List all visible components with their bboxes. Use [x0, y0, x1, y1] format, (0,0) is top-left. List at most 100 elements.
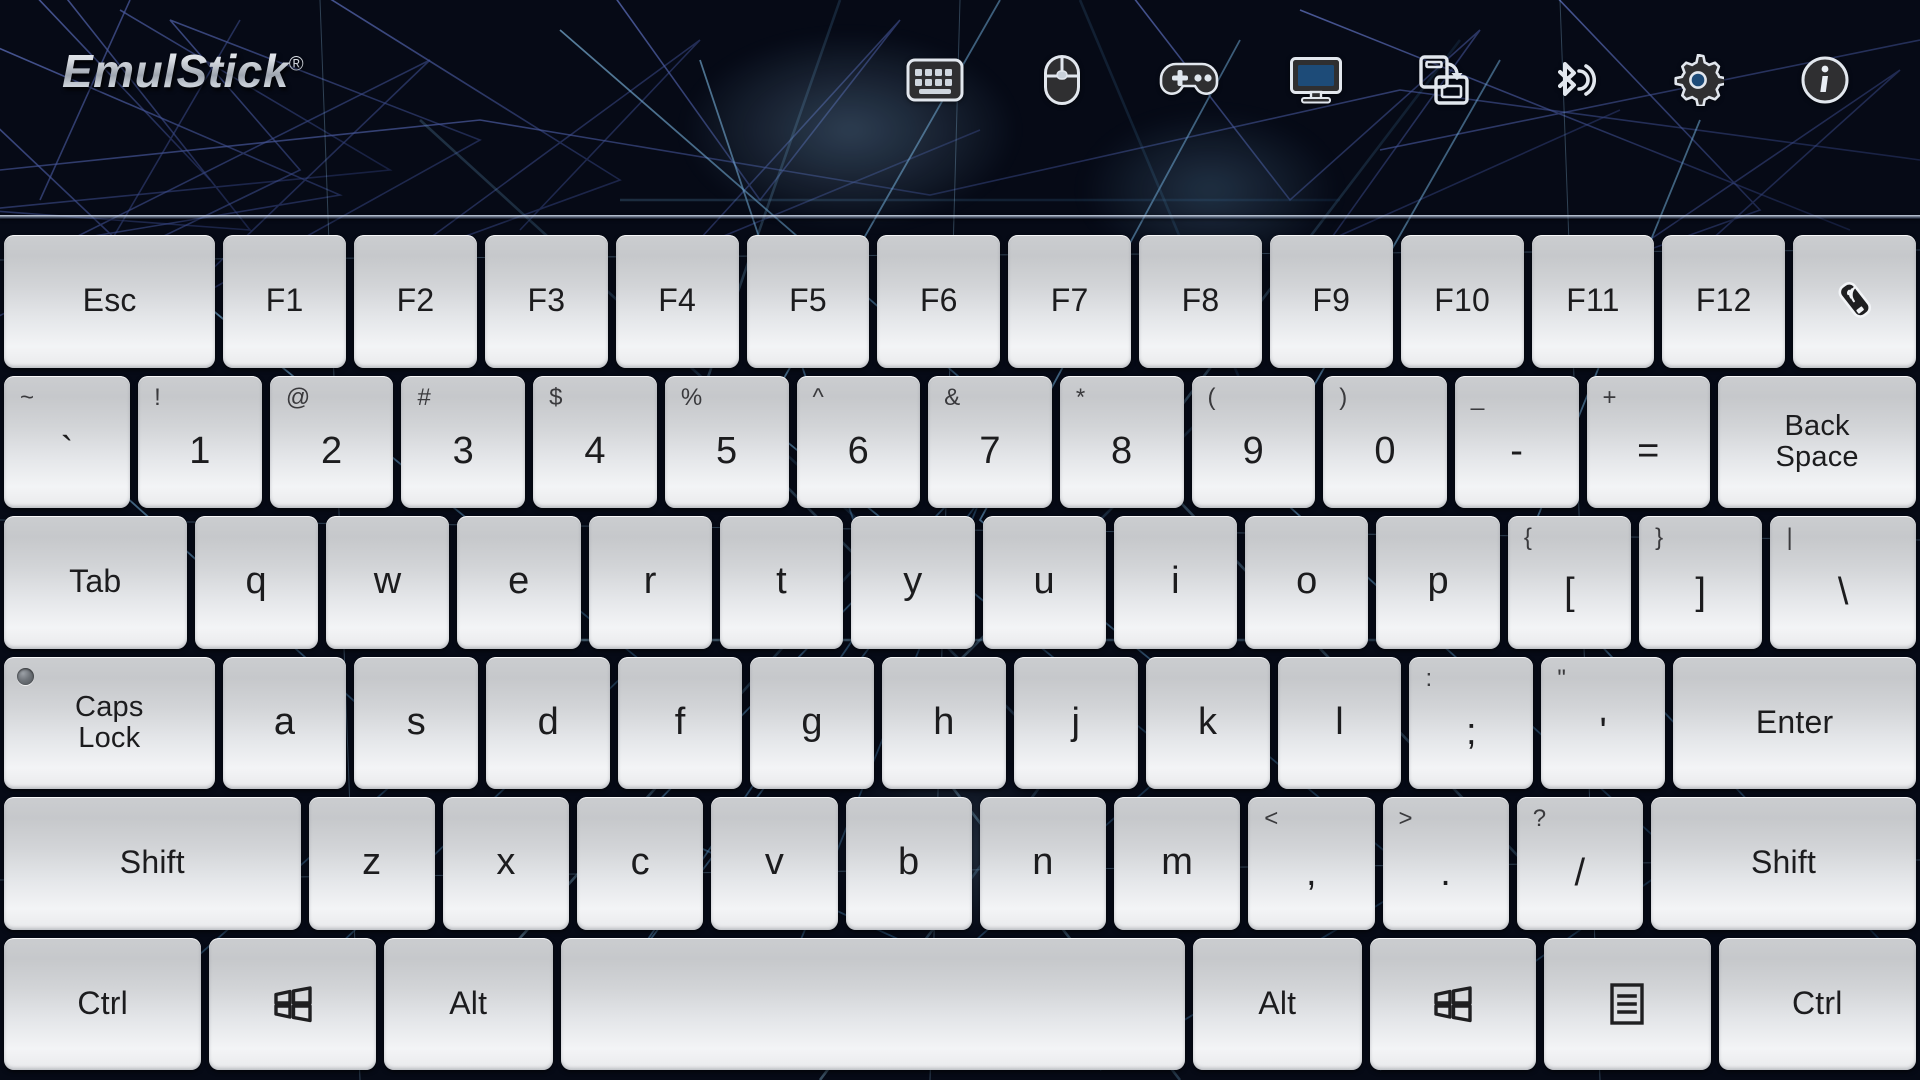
key-alt-right[interactable]: Alt: [1192, 937, 1362, 1070]
key-slash[interactable]: ? /: [1516, 797, 1643, 930]
key-space[interactable]: [560, 937, 1185, 1070]
key-semicolon-label: ;: [1466, 711, 1477, 754]
key-f4[interactable]: F4: [615, 235, 739, 368]
key-f2-label: F2: [396, 282, 435, 319]
key-f[interactable]: f: [618, 656, 743, 789]
key-f11[interactable]: F11: [1531, 235, 1655, 368]
key-caps-lock[interactable]: Caps Lock: [4, 656, 215, 789]
key-n[interactable]: n: [979, 797, 1107, 930]
key-enter-label: Enter: [1755, 703, 1834, 740]
key-w-label: w: [373, 560, 402, 603]
key-c[interactable]: c: [577, 797, 704, 930]
save-icon[interactable]: [1409, 49, 1479, 111]
key-bracket-left[interactable]: {[: [1507, 516, 1632, 649]
modifier-row: Ctrl Alt Alt Ctrl: [4, 934, 1916, 1075]
key-f5[interactable]: F5: [746, 235, 870, 368]
key-d[interactable]: d: [486, 656, 611, 789]
key-backslash[interactable]: | \: [1770, 516, 1916, 649]
key-bracket-left-shifted-label: {: [1523, 524, 1532, 551]
key-enter[interactable]: Enter: [1673, 656, 1917, 789]
key-f1[interactable]: F1: [223, 235, 347, 368]
key-w[interactable]: w: [325, 516, 450, 649]
key-s-label: s: [406, 700, 426, 743]
key-5[interactable]: % 5: [664, 375, 789, 508]
key-k[interactable]: k: [1145, 656, 1270, 789]
key-q[interactable]: q: [194, 516, 318, 649]
app-logo: EmulStick®: [62, 44, 304, 98]
key-p[interactable]: p: [1376, 516, 1500, 649]
key-t-label: t: [776, 560, 787, 603]
key-backspace[interactable]: Back Space: [1718, 375, 1917, 508]
key-b[interactable]: b: [845, 797, 972, 930]
mouse-icon[interactable]: [1027, 49, 1097, 111]
key-bracket-right[interactable]: }]: [1639, 516, 1763, 649]
key-2-label: 2: [320, 430, 343, 473]
key-0[interactable]: ) 0: [1323, 375, 1447, 508]
key-alt-left[interactable]: Alt: [383, 937, 553, 1070]
key-period[interactable]: >.: [1382, 797, 1509, 930]
key-8[interactable]: * 8: [1059, 375, 1184, 508]
top-letter-row: Tab q w e r t y u i o p{[}] | \: [4, 512, 1916, 653]
key-a[interactable]: a: [222, 656, 347, 789]
key-f2[interactable]: F2: [354, 235, 477, 368]
key-e[interactable]: e: [457, 516, 581, 649]
key-f12[interactable]: F12: [1662, 235, 1786, 368]
key-f6[interactable]: F6: [877, 235, 1001, 368]
key-x[interactable]: x: [442, 797, 570, 930]
key-win-right[interactable]: [1369, 937, 1537, 1070]
key-equal[interactable]: + =: [1586, 375, 1711, 508]
key-z[interactable]: z: [308, 797, 435, 930]
key-ctrl-right[interactable]: Ctrl: [1718, 937, 1916, 1070]
key-v[interactable]: v: [711, 797, 838, 930]
key-f10[interactable]: F10: [1400, 235, 1524, 368]
info-icon[interactable]: [1790, 49, 1860, 111]
key-f3[interactable]: F3: [484, 235, 608, 368]
key-o[interactable]: o: [1245, 516, 1369, 649]
key-f8[interactable]: F8: [1139, 235, 1262, 368]
key-y[interactable]: y: [851, 516, 975, 649]
keyboard-icon[interactable]: [900, 49, 970, 111]
key-f7[interactable]: F7: [1008, 235, 1132, 368]
key-s[interactable]: s: [354, 656, 479, 789]
key-j-label: j: [1071, 700, 1081, 743]
key-shift-right[interactable]: Shift: [1650, 797, 1917, 930]
display-icon[interactable]: [1281, 49, 1351, 111]
key-g[interactable]: g: [750, 656, 874, 789]
key-minus-label: -: [1510, 430, 1524, 473]
key-8-label: 8: [1111, 430, 1133, 473]
key-shift-left[interactable]: Shift: [4, 797, 301, 930]
key-semicolon[interactable]: :;: [1409, 656, 1534, 789]
key-win-left[interactable]: [209, 937, 376, 1070]
key-quote[interactable]: " ': [1541, 656, 1666, 789]
bluetooth-icon[interactable]: [1536, 49, 1606, 111]
key-9[interactable]: (9: [1191, 375, 1316, 508]
key-ctrl-left[interactable]: Ctrl: [4, 937, 202, 1070]
key-1[interactable]: ! 1: [138, 375, 262, 508]
key-menu[interactable]: [1544, 937, 1711, 1070]
key-3[interactable]: #3: [401, 375, 526, 508]
key-0-label: 0: [1374, 430, 1396, 473]
key-4[interactable]: $4: [533, 375, 657, 508]
key-backquote[interactable]: ~ `: [4, 375, 131, 508]
key-r[interactable]: r: [588, 516, 712, 649]
key-i[interactable]: i: [1113, 516, 1238, 649]
key-l[interactable]: l: [1277, 656, 1402, 789]
gamepad-icon[interactable]: [1154, 49, 1224, 111]
key-t[interactable]: t: [719, 516, 844, 649]
key-comma[interactable]: <,: [1248, 797, 1375, 930]
key-tab[interactable]: Tab: [4, 516, 187, 649]
key-escape[interactable]: Esc: [4, 235, 216, 368]
key-d-label: d: [537, 700, 559, 743]
key-f9[interactable]: F9: [1269, 235, 1393, 368]
key-6[interactable]: ^ 6: [796, 375, 921, 508]
key-m[interactable]: m: [1114, 797, 1241, 930]
key-6-shifted-label: ^: [812, 383, 824, 411]
key-u[interactable]: u: [982, 516, 1106, 649]
key-7[interactable]: & 7: [928, 375, 1052, 508]
key-h[interactable]: h: [881, 656, 1006, 789]
key-minus[interactable]: _ -: [1454, 375, 1579, 508]
settings-icon[interactable]: [1663, 49, 1733, 111]
key-2[interactable]: @2: [269, 375, 394, 508]
key-dongle[interactable]: [1793, 235, 1917, 368]
key-j[interactable]: j: [1013, 656, 1138, 789]
